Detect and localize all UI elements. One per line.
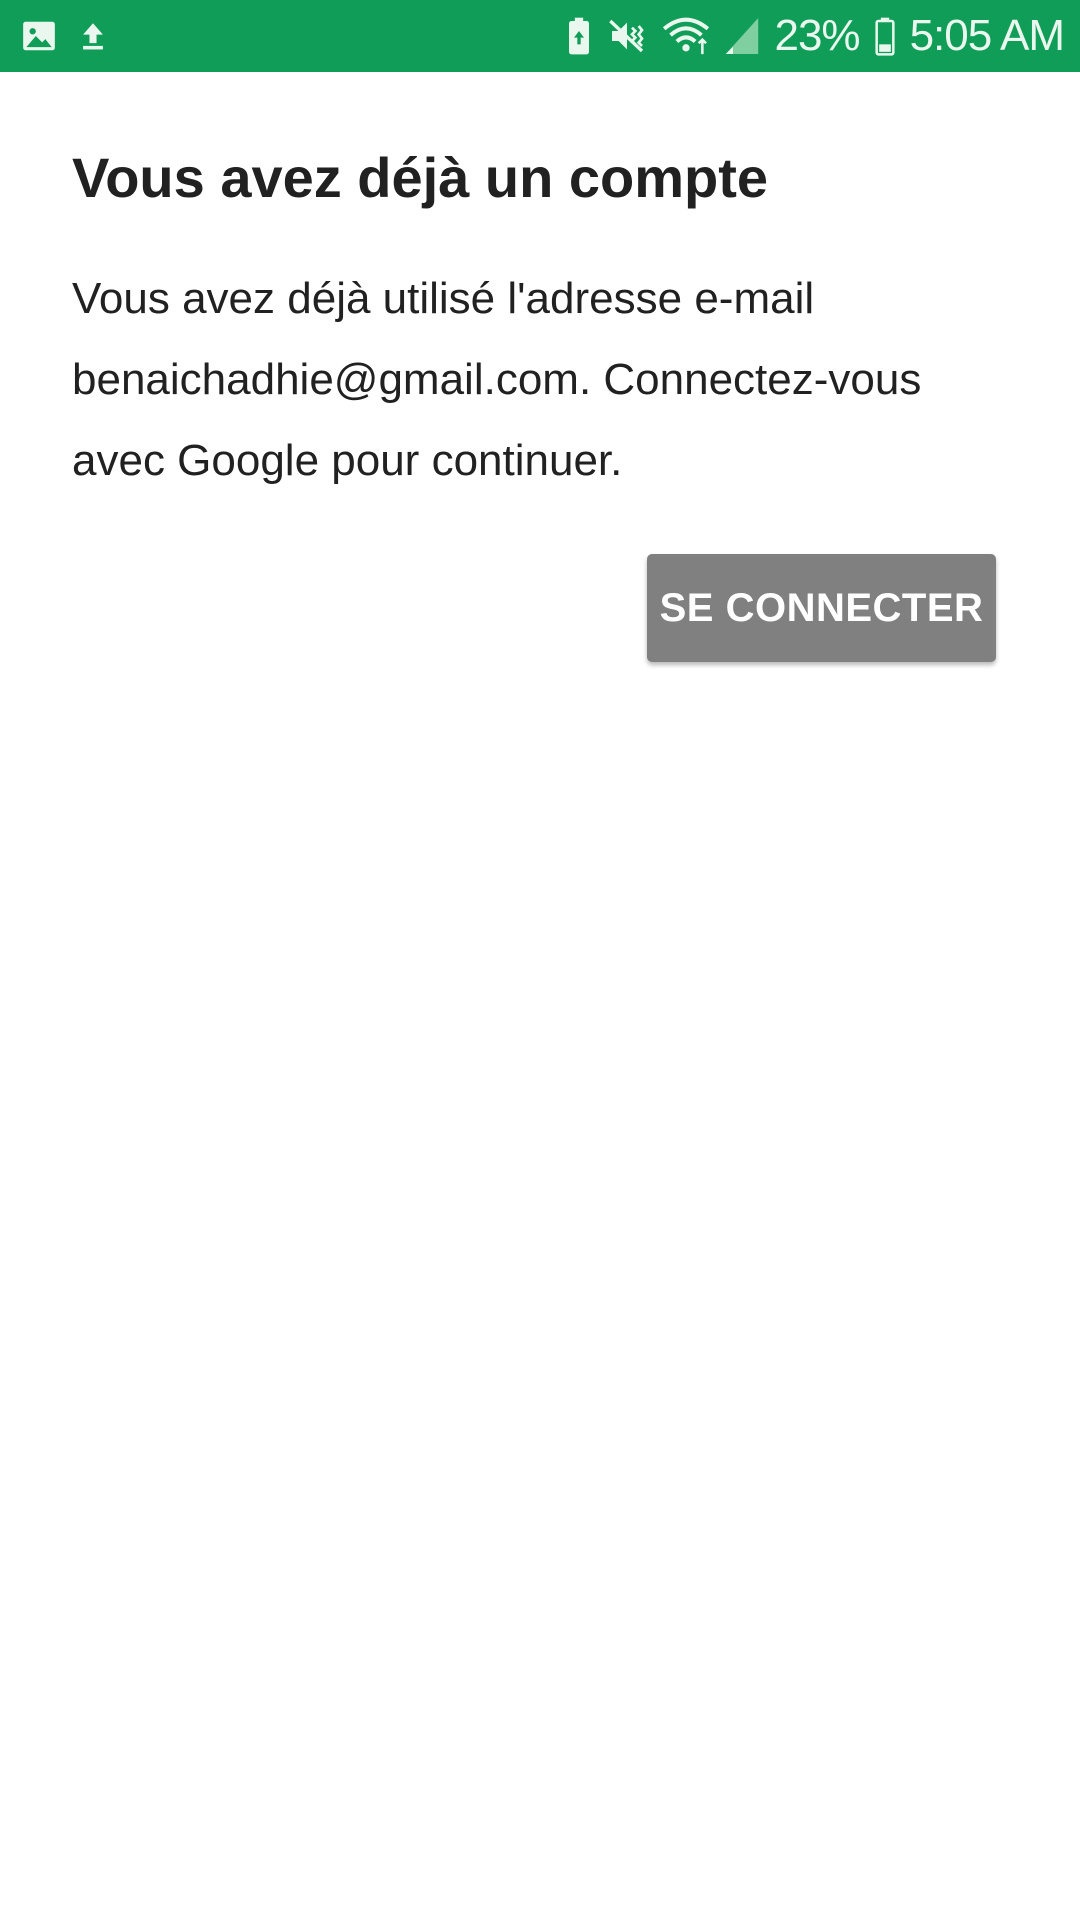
sign-in-button[interactable]: SE CONNECTER	[647, 554, 996, 662]
dialog-content: Vous avez déjà un compte Vous avez déjà …	[72, 72, 1008, 501]
battery-saver-icon	[566, 16, 592, 56]
battery-percent: 23%	[774, 11, 860, 60]
mute-vibrate-icon	[606, 16, 648, 56]
upload-icon	[76, 17, 110, 55]
status-bar-right: 23% 5:05 AM	[566, 10, 1065, 62]
status-bar: 23% 5:05 AM	[0, 0, 1080, 72]
battery-icon	[874, 16, 896, 56]
dialog-title: Vous avez déjà un compte	[72, 146, 769, 209]
signal-icon	[724, 16, 760, 56]
wifi-icon	[662, 16, 710, 56]
gallery-icon	[20, 17, 58, 55]
status-bar-left	[20, 14, 110, 58]
dialog-message: Vous avez déjà utilisé l'adresse e-mail …	[72, 274, 922, 485]
status-time: 5:05 AM	[909, 11, 1065, 60]
